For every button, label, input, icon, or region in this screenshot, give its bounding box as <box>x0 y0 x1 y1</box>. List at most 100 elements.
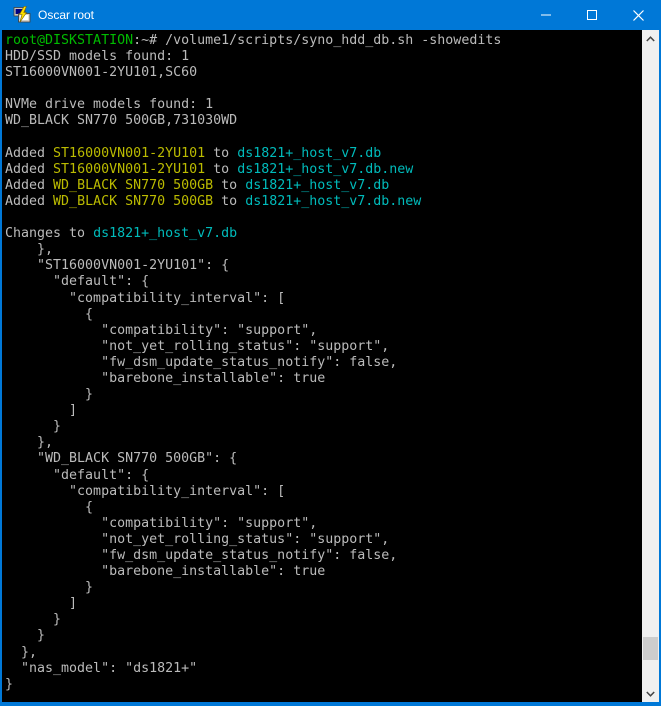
terminal-text-segment: "compatibility_interval": [ <box>5 484 285 499</box>
terminal-line: "default": { <box>5 468 642 484</box>
terminal-screen[interactable]: root@DISKSTATION:~# /volume1/scripts/syn… <box>2 30 642 702</box>
terminal-text-segment: Added <box>5 146 53 161</box>
terminal-text-segment: to <box>213 194 245 209</box>
terminal-line: Added ST16000VN001-2YU101 to ds1821+_hos… <box>5 146 642 162</box>
terminal-text-segment: Added <box>5 194 53 209</box>
terminal-text-segment: ds1821+_host_v7.db <box>245 178 389 193</box>
putty-terminal-icon[interactable] <box>13 6 31 24</box>
terminal-line: } <box>5 580 642 596</box>
minimize-icon <box>541 10 551 20</box>
window-title: Oscar root <box>38 0 523 30</box>
terminal-text-segment: "default": { <box>5 274 149 289</box>
terminal-text-segment: to <box>213 178 245 193</box>
terminal-text-segment: Changes to <box>5 226 93 241</box>
terminal-text-segment: "WD_BLACK SN770 500GB": { <box>5 451 237 466</box>
terminal-text-segment: "compatibility": "support", <box>5 516 317 531</box>
terminal-line: WD_BLACK SN770 500GB,731030WD <box>5 113 642 129</box>
terminal-text-segment: "compatibility": "support", <box>5 323 317 338</box>
terminal-text-segment: "fw_dsm_update_status_notify": false, <box>5 355 397 370</box>
terminal-line <box>5 81 642 97</box>
terminal-text-segment: WD_BLACK SN770 500GB <box>53 194 213 209</box>
chevron-down-icon <box>646 691 655 697</box>
scroll-down-button[interactable] <box>642 685 659 702</box>
terminal-text-segment: NVMe drive models found: 1 <box>5 97 213 112</box>
terminal-line: ST16000VN001-2YU101,SC60 <box>5 65 642 81</box>
terminal-line: root@DISKSTATION:~# /volume1/scripts/syn… <box>5 33 642 49</box>
terminal-line: Added WD_BLACK SN770 500GB to ds1821+_ho… <box>5 194 642 210</box>
terminal-text-segment: "compatibility_interval": [ <box>5 291 285 306</box>
terminal-line: } <box>5 387 642 403</box>
maximize-button[interactable] <box>569 0 615 30</box>
terminal-text-segment: }, <box>5 435 53 450</box>
terminal-text-segment: } <box>5 419 61 434</box>
chevron-up-icon <box>646 36 655 42</box>
terminal-text-segment: HDD/SSD models found: 1 <box>5 49 189 64</box>
terminal-text-segment: } <box>5 677 13 692</box>
terminal-text-segment: root@DISKSTATION <box>5 33 133 48</box>
maximize-icon <box>587 10 597 20</box>
terminal-line <box>5 130 642 146</box>
close-button[interactable] <box>615 0 661 30</box>
terminal-output: root@DISKSTATION:~# /volume1/scripts/syn… <box>5 33 642 693</box>
terminal-text-segment: ST16000VN001-2YU101 <box>53 162 205 177</box>
terminal-line: Added WD_BLACK SN770 500GB to ds1821+_ho… <box>5 178 642 194</box>
terminal-line: "fw_dsm_update_status_notify": false, <box>5 548 642 564</box>
terminal-text-segment: } <box>5 628 45 643</box>
terminal-text-segment: to <box>205 162 237 177</box>
terminal-text-segment: "fw_dsm_update_status_notify": false, <box>5 548 397 563</box>
terminal-text-segment: ds1821+_host_v7.db <box>237 146 381 161</box>
terminal-text-segment: { <box>5 500 93 515</box>
terminal-text-segment: } <box>5 387 93 402</box>
terminal-line: "barebone_installable": true <box>5 371 642 387</box>
terminal-text-segment: Added <box>5 178 53 193</box>
terminal-text-segment: "barebone_installable": true <box>5 564 325 579</box>
terminal-line: } <box>5 677 642 693</box>
minimize-button[interactable] <box>523 0 569 30</box>
terminal-line: "compatibility_interval": [ <box>5 291 642 307</box>
terminal-line: Added ST16000VN001-2YU101 to ds1821+_hos… <box>5 162 642 178</box>
terminal-text-segment: "default": { <box>5 468 149 483</box>
terminal-text-segment: ] <box>5 596 77 611</box>
terminal-text-segment: }, <box>5 645 37 660</box>
terminal-line: "not_yet_rolling_status": "support", <box>5 339 642 355</box>
window-content: root@DISKSTATION:~# /volume1/scripts/syn… <box>0 30 661 704</box>
terminal-text-segment: Added <box>5 162 53 177</box>
terminal-line: "fw_dsm_update_status_notify": false, <box>5 355 642 371</box>
terminal-line: "barebone_installable": true <box>5 564 642 580</box>
terminal-line: "compatibility": "support", <box>5 323 642 339</box>
terminal-line: { <box>5 500 642 516</box>
close-icon <box>633 10 644 21</box>
terminal-line: ] <box>5 596 642 612</box>
terminal-text-segment: "barebone_installable": true <box>5 371 325 386</box>
terminal-line: } <box>5 628 642 644</box>
terminal-text-segment: ds1821+_host_v7.db.new <box>237 162 413 177</box>
scrollbar-thumb[interactable] <box>643 637 658 660</box>
terminal-line: ] <box>5 403 642 419</box>
terminal-text-segment: { <box>5 307 93 322</box>
terminal-text-segment: }, <box>5 242 53 257</box>
terminal-line: "ST16000VN001-2YU101": { <box>5 258 642 274</box>
terminal-text-segment: ] <box>5 403 77 418</box>
terminal-line <box>5 210 642 226</box>
terminal-text-segment: "not_yet_rolling_status": "support", <box>5 532 389 547</box>
terminal-line: { <box>5 307 642 323</box>
terminal-line: }, <box>5 242 642 258</box>
terminal-line: "WD_BLACK SN770 500GB": { <box>5 451 642 467</box>
terminal-text-segment: :~# /volume1/scripts/syno_hdd_db.sh -sho… <box>133 33 501 48</box>
terminal-line: } <box>5 612 642 628</box>
scroll-up-button[interactable] <box>642 30 659 47</box>
terminal-line: Changes to ds1821+_host_v7.db <box>5 226 642 242</box>
terminal-line: NVMe drive models found: 1 <box>5 97 642 113</box>
terminal-line: "not_yet_rolling_status": "support", <box>5 532 642 548</box>
terminal-line: HDD/SSD models found: 1 <box>5 49 642 65</box>
terminal-text-segment: } <box>5 580 93 595</box>
caption-buttons <box>523 0 661 30</box>
titlebar[interactable]: Oscar root <box>0 0 661 30</box>
terminal-text-segment: } <box>5 612 61 627</box>
terminal-line: "default": { <box>5 274 642 290</box>
terminal-line: }, <box>5 435 642 451</box>
terminal-line: "nas_model": "ds1821+" <box>5 661 642 677</box>
terminal-text-segment: "not_yet_rolling_status": "support", <box>5 339 389 354</box>
putty-window: Oscar root root@DISKSTATION:~# /volume1/… <box>0 0 661 706</box>
scrollbar[interactable] <box>642 30 659 702</box>
